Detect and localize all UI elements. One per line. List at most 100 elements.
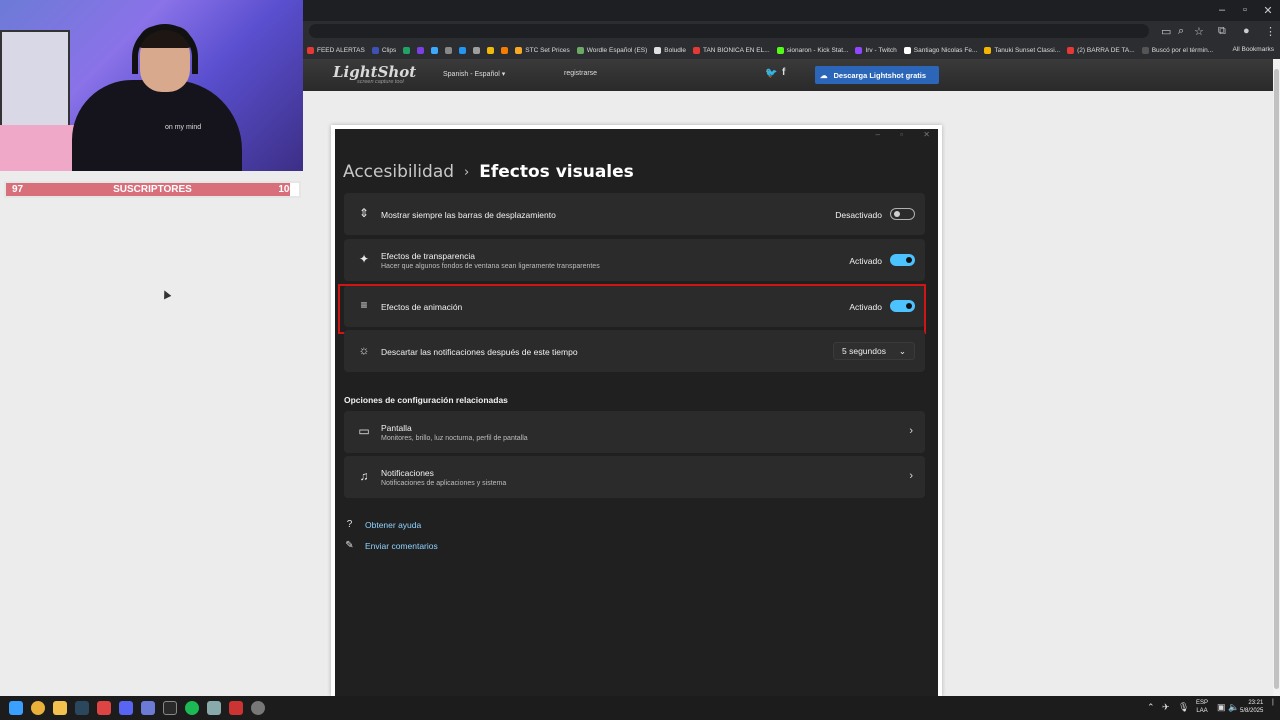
bookmark-item[interactable]: Boludle	[654, 46, 686, 54]
bookmark-item[interactable]: (2) BARRA DE TA...	[1067, 46, 1135, 54]
language-selector[interactable]: Spanish - Español ▾	[443, 70, 505, 78]
bookmark-item[interactable]: Irv - Twitch	[855, 46, 897, 54]
microphone-icon[interactable]: 🎙	[1178, 702, 1189, 713]
maximize-icon[interactable]: ▫	[1236, 4, 1254, 16]
app-icon[interactable]	[97, 701, 111, 715]
cast-icon[interactable]: ▭	[1161, 25, 1171, 38]
setting-title: Efectos de transparencia	[381, 251, 476, 261]
language-label: Spanish - Español	[443, 71, 500, 78]
setting-row-notification-timeout[interactable]: ☼ Descartar las notificaciones después d…	[344, 330, 925, 372]
bookmark-item[interactable]: sionaron - Kick Stat...	[776, 46, 848, 54]
all-bookmarks-button[interactable]: All Bookmarks	[1226, 46, 1274, 53]
extensions-icon[interactable]: ⧉	[1218, 25, 1226, 38]
bookmark-item[interactable]: TAN BIONICA EN EL...	[692, 46, 770, 54]
keyboard-language[interactable]: ESP LAA	[1196, 699, 1208, 715]
bookmark-favicon-icon	[654, 46, 662, 54]
toggle-switch[interactable]	[890, 208, 915, 220]
bookmark-item[interactable]	[459, 46, 467, 54]
breadcrumb: Accesibilidad › Efectos visuales	[343, 162, 634, 182]
setting-row-scrollbars[interactable]: ⇕ Mostrar siempre las barras de desplaza…	[344, 193, 925, 235]
show-desktop-icon[interactable]: |	[1272, 699, 1274, 706]
bookmark-item[interactable]: Santiago Nicolas Fe...	[903, 46, 978, 54]
steam-icon[interactable]	[75, 701, 89, 715]
bookmark-item[interactable]	[501, 46, 509, 54]
related-row-notifications[interactable]: ♫ Notificaciones Notificaciones de aplic…	[344, 456, 925, 498]
send-feedback-link[interactable]: ✎ Enviar comentarios	[344, 540, 438, 551]
download-button[interactable]: ☁ Descarga Lightshot gratis	[815, 66, 939, 84]
bookmark-favicon-icon	[487, 46, 495, 54]
bookmark-item[interactable]	[417, 46, 425, 54]
window-icon[interactable]	[141, 701, 155, 715]
minimize-icon[interactable]: –	[1213, 4, 1231, 16]
bookmark-item[interactable]	[473, 46, 481, 54]
chevron-right-icon: ›	[909, 425, 913, 437]
tray-app-icon[interactable]: ✈	[1162, 702, 1170, 713]
setting-title: Descartar las notificaciones después de …	[381, 347, 578, 357]
bookmark-favicon-icon	[473, 46, 481, 54]
url-input[interactable]	[309, 24, 1149, 38]
page-scrollbar[interactable]	[1273, 59, 1280, 696]
lightshot-tagline: screen capture tool	[357, 79, 404, 85]
related-title: Notificaciones	[381, 468, 434, 478]
chevron-up-icon[interactable]: ⌃	[1147, 702, 1155, 713]
volume-icon[interactable]: 🔈	[1228, 702, 1239, 713]
capcut-icon[interactable]	[163, 701, 177, 715]
timeout-dropdown[interactable]: 5 segundos ⌄	[833, 342, 915, 360]
menu-icon[interactable]: ⋮	[1265, 25, 1276, 38]
network-icon[interactable]: ▣	[1217, 702, 1226, 713]
app3-icon[interactable]	[229, 701, 243, 715]
bookmark-label: Buscó por el términ...	[1151, 46, 1214, 54]
system-clock[interactable]: 23:21 5/8/2025	[1240, 699, 1263, 715]
bookmark-item[interactable]: FEED ALERTAS	[307, 46, 365, 54]
setting-row-transparency[interactable]: ✦ Efectos de transparencia Hacer que alg…	[344, 239, 925, 281]
register-link[interactable]: registrarse	[564, 70, 597, 77]
send-feedback-label: Enviar comentarios	[365, 540, 438, 551]
bookmark-favicon-icon	[855, 46, 863, 54]
webcam-overlay: on my mind	[0, 0, 303, 171]
windows-taskbar: ⌃ ✈ 🎙 ESP LAA ▣ 🔈 23:21 5/8/2025 |	[0, 696, 1280, 720]
profile-icon[interactable]: ●	[1243, 25, 1250, 37]
start-icon[interactable]	[9, 701, 23, 715]
bookmark-favicon-icon	[576, 46, 584, 54]
bookmark-item[interactable]: Wordle Español (ES)	[576, 46, 647, 54]
toggle-switch[interactable]	[890, 254, 915, 266]
related-row-display[interactable]: ▭ Pantalla Monitores, brillo, luz noctur…	[344, 411, 925, 453]
bookmark-item[interactable]	[445, 46, 453, 54]
settings-icon[interactable]	[251, 701, 265, 715]
facebook-icon[interactable]: f	[782, 67, 785, 78]
bookmark-favicon-icon	[431, 46, 439, 54]
bookmark-item[interactable]	[403, 46, 411, 54]
close-icon[interactable]: ✕	[1259, 4, 1277, 17]
bookmark-item[interactable]: STC Set Prices	[515, 46, 570, 54]
bookmark-label: Santiago Nicolas Fe...	[913, 46, 978, 54]
streamer-body	[72, 80, 242, 171]
breadcrumb-parent[interactable]: Accesibilidad	[343, 162, 454, 182]
related-title: Pantalla	[381, 423, 412, 433]
bookmark-item[interactable]	[431, 46, 439, 54]
spotify-icon[interactable]	[185, 701, 199, 715]
bookmark-item[interactable]	[487, 46, 495, 54]
setting-state: Activado	[849, 256, 882, 266]
get-help-link[interactable]: ? Obtener ayuda	[344, 519, 422, 530]
screenshot-frame: – ▫ ✕ Accesibilidad › Efectos visuales ⇕…	[331, 125, 942, 696]
bookmark-item[interactable]: Tanuki Sunset Classi...	[984, 46, 1061, 54]
get-help-label: Obtener ayuda	[365, 519, 422, 530]
transparency-icon: ✦	[358, 252, 370, 266]
scrollbar-thumb[interactable]	[1274, 69, 1279, 689]
bookmarks-bar: FEED ALERTAS Clips STC Set Prices Wordle Es…	[303, 41, 1280, 59]
bookmark-item[interactable]: Clips	[371, 46, 396, 54]
page-title: Efectos visuales	[479, 162, 634, 182]
discord-icon[interactable]	[119, 701, 133, 715]
feedback-icon: ✎	[345, 540, 354, 551]
bookmark-favicon-icon	[515, 46, 523, 54]
lang-line2: LAA	[1196, 708, 1208, 714]
chrome-icon[interactable]	[31, 701, 45, 715]
twitter-icon[interactable]: 🐦	[765, 68, 777, 79]
zoom-icon[interactable]: ⌕	[1178, 25, 1184, 38]
star-icon[interactable]: ☆	[1194, 25, 1204, 38]
bookmark-item[interactable]: Buscó por el términ...	[1141, 46, 1214, 54]
bookmark-label: Tanuki Sunset Classi...	[994, 46, 1061, 54]
file-explorer-icon[interactable]	[53, 701, 67, 715]
bookmark-favicon-icon	[984, 46, 992, 54]
app2-icon[interactable]	[207, 701, 221, 715]
